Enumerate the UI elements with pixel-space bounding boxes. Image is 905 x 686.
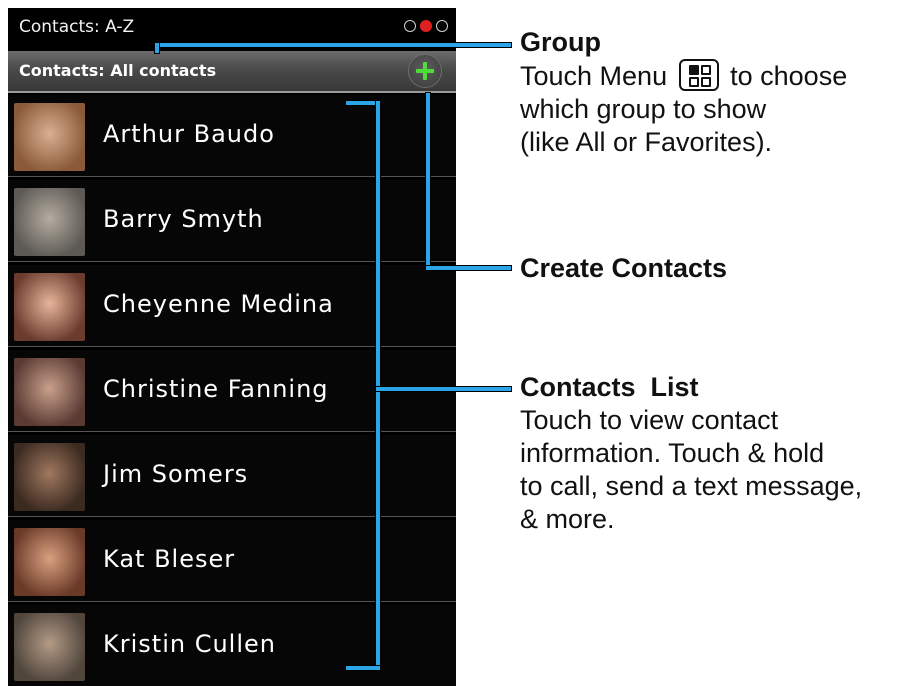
contacts-list-annotation-line3: to call, send a text message, [520,471,863,501]
contact-name: Cheyenne Medina [103,290,334,318]
contact-name: Christine Fanning [103,375,329,403]
contacts-list-annotation-line4: & more. [520,504,615,534]
list-callout-horizontal [375,386,512,392]
page-dot [436,20,448,32]
page-dot-active [420,20,432,32]
contact-name: Kat Bleser [103,545,236,573]
group-callout-vertical [154,42,160,54]
list-bracket-bottom [345,665,381,671]
group-bar[interactable]: Contacts: All contacts [8,51,456,93]
page-indicator [404,20,448,32]
contact-avatar [14,358,85,426]
phone-screen: Contacts: A-Z Contacts: All contacts Art… [8,8,456,686]
contact-avatar [14,443,85,511]
page-dot [404,20,416,32]
group-annotation: Group Touch Menu to choose which group t… [520,26,905,159]
contact-row[interactable]: Arthur Baudo [8,95,456,177]
contacts-list-annotation-line1: Touch to view contact [520,405,779,435]
group-annotation-line3: (like All or Favorites). [520,127,773,157]
contacts-list-annotation-title: Contacts List [520,372,699,402]
group-label: Contacts: All contacts [19,61,217,80]
contact-row[interactable]: Jim Somers [8,435,456,517]
contact-avatar [14,103,85,171]
contact-row[interactable]: Kat Bleser [8,520,456,602]
create-contacts-annotation: Create Contacts [520,253,728,283]
group-annotation-line1: Touch Menu to choose [520,59,848,91]
contact-name: Jim Somers [103,460,249,488]
contact-row[interactable]: Kristin Cullen [8,605,456,686]
contact-row[interactable]: Cheyenne Medina [8,265,456,347]
menu-key-icon [678,59,719,91]
contacts-list-annotation: Contacts List Touch to view contact info… [520,371,905,536]
contact-name: Arthur Baudo [103,120,275,148]
group-callout-horizontal [154,42,512,48]
group-annotation-title: Group [520,27,601,57]
create-callout-vertical [425,92,431,270]
group-annotation-line2: which group to show [520,94,767,124]
contact-name: Barry Smyth [103,205,264,233]
title-bar: Contacts: A-Z [8,8,456,46]
add-contact-button[interactable] [408,54,442,88]
contact-avatar [14,528,85,596]
contact-name: Kristin Cullen [103,630,276,658]
contacts-list-annotation-line2: information. Touch & hold [520,438,825,468]
list-bracket-vertical [375,100,381,670]
create-callout-horizontal [425,265,512,271]
contact-avatar [14,613,85,681]
screen-title: Contacts: A-Z [19,17,135,37]
contact-avatar [14,188,85,256]
contact-row[interactable]: Barry Smyth [8,180,456,262]
contact-avatar [14,273,85,341]
